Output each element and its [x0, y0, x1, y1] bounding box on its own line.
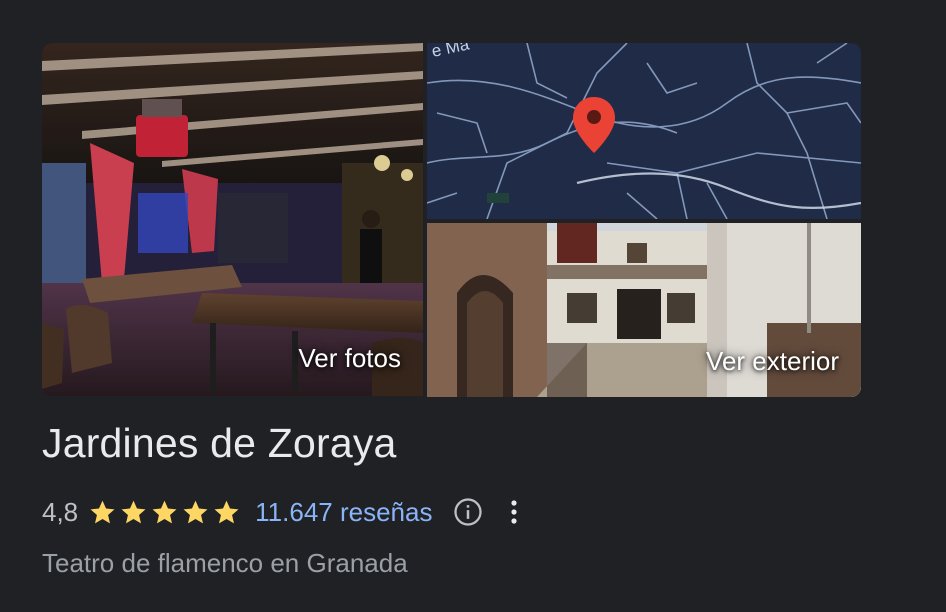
map-thumbnail: e Ma [427, 43, 861, 219]
star-icon [90, 500, 115, 523]
map-tile[interactable]: e Ma [427, 43, 861, 219]
view-exterior-label[interactable]: Ver exterior [706, 346, 839, 377]
star-icon [121, 500, 146, 523]
rating-value: 4,8 [42, 496, 79, 527]
place-title: Jardines de Zoraya [42, 420, 397, 466]
more-vert-icon [511, 500, 518, 524]
star-icon [183, 500, 208, 523]
exterior-tile[interactable]: Ver exterior [427, 223, 861, 397]
star-icon [214, 500, 239, 523]
rating-stars [88, 498, 243, 527]
place-category: Teatro de flamenco en Granada [42, 548, 408, 578]
star-icon [152, 500, 177, 523]
info-button[interactable] [452, 496, 484, 528]
info-circle-icon [454, 498, 483, 526]
reviews-link[interactable]: 11.647 reseñas [255, 497, 432, 528]
place-panel: Ver fotos e Ma Ver exterior Jardines de … [0, 0, 946, 612]
photos-tile[interactable]: Ver fotos [42, 43, 423, 396]
rating-row: 4,8 11.647 reseñas [42, 492, 526, 532]
more-options-button[interactable] [502, 496, 526, 528]
map-pin-icon [573, 97, 615, 153]
view-photos-label[interactable]: Ver fotos [298, 343, 401, 374]
